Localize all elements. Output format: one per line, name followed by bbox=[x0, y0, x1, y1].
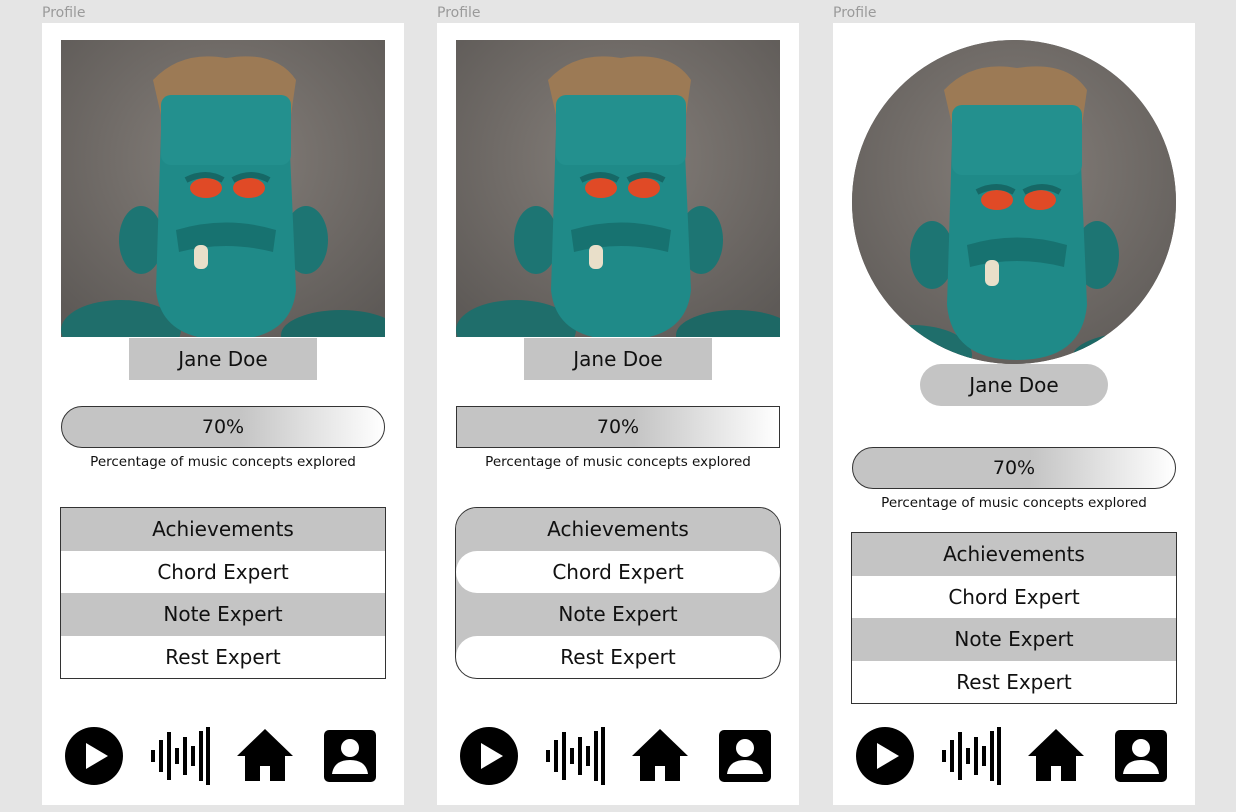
frame-label: Profile bbox=[42, 5, 86, 21]
user-name-label: Jane Doe bbox=[524, 338, 712, 380]
play-icon[interactable] bbox=[64, 726, 124, 786]
progress-caption: Percentage of music concepts explored bbox=[90, 454, 356, 470]
achievement-item[interactable]: Rest Expert bbox=[456, 635, 780, 678]
profile-screen-variant-3: Jane Doe 70% Percentage of music concept… bbox=[833, 23, 1195, 805]
progress-caption: Percentage of music concepts explored bbox=[485, 454, 751, 470]
achievement-item[interactable]: Rest Expert bbox=[852, 660, 1176, 703]
progress-bar: 70% bbox=[61, 406, 385, 448]
bottom-nav bbox=[437, 726, 799, 786]
profile-icon[interactable] bbox=[715, 726, 775, 786]
profile-icon[interactable] bbox=[320, 726, 380, 786]
achievement-item[interactable]: Rest Expert bbox=[61, 635, 385, 678]
progress-caption: Percentage of music concepts explored bbox=[881, 495, 1147, 511]
achievement-item[interactable]: Chord Expert bbox=[852, 575, 1176, 618]
audio-waveform-icon[interactable] bbox=[545, 726, 605, 786]
achievement-item[interactable]: Note Expert bbox=[852, 618, 1176, 661]
play-icon[interactable] bbox=[855, 726, 915, 786]
profile-photo bbox=[61, 40, 385, 337]
profile-screen-variant-2: Jane Doe 70% Percentage of music concept… bbox=[437, 23, 799, 805]
frame-label: Profile bbox=[833, 5, 877, 21]
achievement-item[interactable]: Chord Expert bbox=[61, 550, 385, 593]
home-icon[interactable] bbox=[235, 726, 295, 786]
achievements-list: Achievements Chord Expert Note Expert Re… bbox=[851, 532, 1177, 704]
achievements-header: Achievements bbox=[456, 508, 780, 551]
audio-waveform-icon[interactable] bbox=[941, 726, 1001, 786]
progress-bar: 70% bbox=[456, 406, 780, 448]
user-name-label: Jane Doe bbox=[129, 338, 317, 380]
achievement-item[interactable]: Note Expert bbox=[456, 593, 780, 636]
profile-photo bbox=[852, 40, 1176, 364]
play-icon[interactable] bbox=[459, 726, 519, 786]
progress-bar: 70% bbox=[852, 447, 1176, 489]
achievements-header: Achievements bbox=[61, 508, 385, 551]
achievements-header: Achievements bbox=[852, 533, 1176, 576]
bottom-nav bbox=[42, 726, 404, 786]
achievements-list: Achievements Chord Expert Note Expert Re… bbox=[60, 507, 386, 679]
achievement-item[interactable]: Chord Expert bbox=[456, 550, 780, 593]
frame-label: Profile bbox=[437, 5, 481, 21]
audio-waveform-icon[interactable] bbox=[150, 726, 210, 786]
profile-screen-variant-1: Jane Doe 70% Percentage of music concept… bbox=[42, 23, 404, 805]
home-icon[interactable] bbox=[630, 726, 690, 786]
profile-photo bbox=[456, 40, 780, 337]
profile-icon[interactable] bbox=[1111, 726, 1171, 786]
achievement-item[interactable]: Note Expert bbox=[61, 593, 385, 636]
home-icon[interactable] bbox=[1026, 726, 1086, 786]
achievements-list: Achievements Chord Expert Note Expert Re… bbox=[455, 507, 781, 679]
user-name-label: Jane Doe bbox=[920, 364, 1108, 406]
bottom-nav bbox=[833, 726, 1195, 786]
